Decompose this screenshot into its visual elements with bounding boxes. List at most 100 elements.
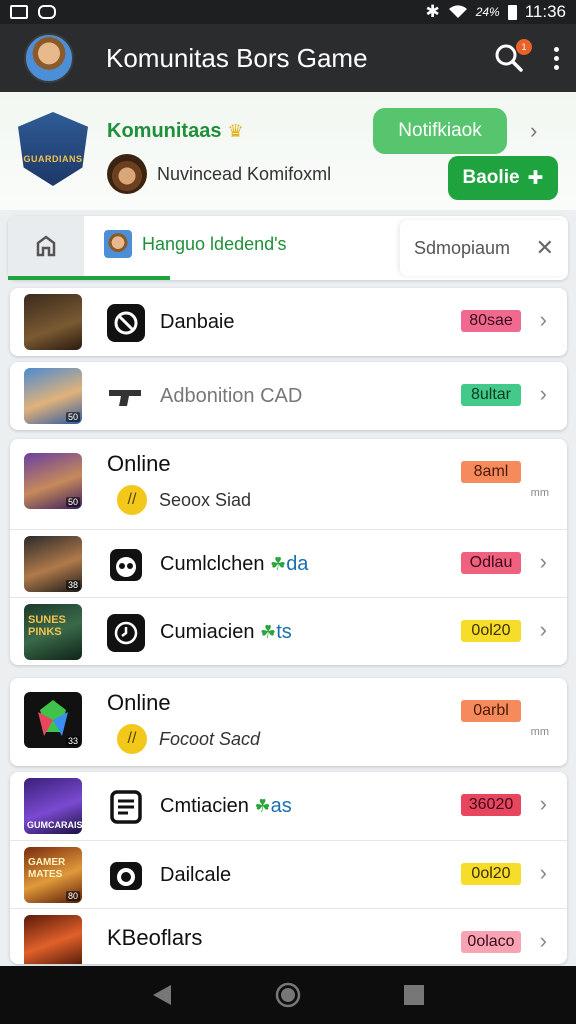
chevron-right-icon[interactable]: › <box>540 791 547 817</box>
back-icon[interactable] <box>151 983 173 1007</box>
game-thumbnail: 33 <box>24 692 82 748</box>
search-button[interactable]: 1 <box>494 39 532 73</box>
item-tag: da <box>286 553 309 575</box>
meta-text: mm <box>530 726 549 738</box>
status-badge: Odlau <box>461 552 521 574</box>
message-notification-icon <box>38 5 56 19</box>
chevron-right-icon[interactable]: › <box>540 381 547 407</box>
navigation-bar <box>0 966 576 1024</box>
chevron-right-icon[interactable]: › <box>530 118 537 144</box>
status-badge: 0ol20 <box>461 620 521 642</box>
community-header: GUARDIANS Komunitaas ♛ Nuvincead Komifoxm… <box>0 92 576 210</box>
panda-icon <box>107 546 145 584</box>
battery-percent: 24% <box>475 5 500 19</box>
app-bar: Komunitas Bors Game 1 <box>0 24 576 92</box>
bluetooth-icon: ✱ <box>425 2 440 21</box>
level-badge: 50 <box>65 497 80 507</box>
home-button-icon[interactable] <box>275 982 301 1008</box>
community-name: Komunitaas ♛ <box>107 120 244 143</box>
status-right: ✱ 24% 11:36 <box>425 2 566 22</box>
owner-avatar <box>107 154 147 194</box>
plus-icon: ✚ <box>527 167 544 189</box>
more-options-icon[interactable] <box>554 46 560 70</box>
game-thumbnail: 50 <box>24 453 82 509</box>
join-button-label: Baolie <box>462 167 520 188</box>
close-icon[interactable]: ✕ <box>536 235 554 261</box>
tab-strip: Hanguo ldedend's Sdmopiaum ✕ <box>8 216 568 280</box>
tab-avatar <box>104 230 132 258</box>
item-label: Cmtiacien ☘as <box>160 795 292 818</box>
chevron-right-icon[interactable]: › <box>540 549 547 575</box>
online-subtitle: // Focoot Sacd <box>117 724 260 754</box>
online-card[interactable]: 33 Online // Focoot Sacd 0arbl mm <box>10 678 567 766</box>
search-chip[interactable]: Sdmopiaum ✕ <box>400 220 568 276</box>
online-subtitle-text: Focoot Sacd <box>159 728 261 749</box>
item-tag: as <box>270 795 292 817</box>
online-header-row[interactable]: 50 Online // Seoox Siad 8aml mm <box>10 439 567 529</box>
thumb-text: GUMCARAIS <box>27 820 83 830</box>
game-thumbnail: 38 <box>24 536 82 592</box>
leaf-icon: ☘ <box>254 796 271 816</box>
gallery-notification-icon <box>10 5 28 19</box>
game-thumbnail: GUMCARAIS <box>24 778 83 834</box>
active-tab-indicator <box>8 276 170 280</box>
meta-text: mm <box>530 487 549 499</box>
app-title: Komunitas Bors Game <box>106 42 368 73</box>
app-avatar[interactable] <box>24 33 74 83</box>
status-bar: ✱ 24% 11:36 <box>0 0 576 24</box>
item-label: Cumlclchen ☘da <box>160 553 308 576</box>
recents-icon[interactable] <box>403 984 425 1006</box>
item-label-text: Cumiacien <box>160 621 255 643</box>
chevron-right-icon[interactable]: › <box>540 928 547 954</box>
search-chip-label: Sdmopiaum <box>414 237 511 258</box>
chevron-right-icon[interactable]: › <box>540 860 547 886</box>
item-label: Adbonition CAD <box>160 385 303 407</box>
list-item[interactable]: GAMER MATES 80 Dailcale 0ol20 › <box>10 840 567 908</box>
level-badge: 80 <box>65 891 80 901</box>
list-item[interactable]: GUMCARAIS Cmtiacien ☘as 36020 › <box>10 772 567 840</box>
item-label-text: Cmtiacien <box>160 795 249 817</box>
game-card: GUMCARAIS Cmtiacien ☘as 36020 › GAMER MA… <box>10 772 567 964</box>
level-badge: 38 <box>65 580 80 590</box>
game-card[interactable]: 50 Adbonition CAD 8ultar › <box>10 362 567 430</box>
battery-icon <box>507 4 517 20</box>
game-thumbnail: GAMER MATES 80 <box>24 847 82 903</box>
tab-home[interactable] <box>8 216 84 276</box>
community-crest <box>18 112 88 186</box>
chevron-right-icon[interactable]: › <box>540 617 547 643</box>
item-label: Dailcale <box>160 864 232 886</box>
owner-name: Nuvincead Komifoxml <box>157 163 332 184</box>
list-item[interactable]: 50 Adbonition CAD 8ultar › <box>10 362 567 430</box>
crown-icon: ♛ <box>227 121 244 141</box>
home-icon <box>36 235 56 257</box>
clock: 11:36 <box>524 2 566 21</box>
status-badge: 8aml <box>461 461 521 483</box>
item-label: Cumiacien ☘ts <box>160 621 292 644</box>
list-item[interactable]: Danbaie 80sae › <box>10 288 567 356</box>
game-thumbnail: SUNES PINKS <box>24 604 82 660</box>
chevron-right-icon[interactable]: › <box>540 307 547 333</box>
coin-icon: // <box>117 485 147 515</box>
list-item[interactable]: KBeoflars 0olaco › <box>10 908 567 964</box>
list-item[interactable]: 38 Cumlclchen ☘da Odlau › <box>10 529 567 597</box>
thumb-text: SUNES PINKS <box>28 614 66 638</box>
owner-row[interactable]: Nuvincead Komifoxml <box>107 154 331 194</box>
wifi-icon <box>448 5 467 19</box>
thumb-text: GAMER MATES <box>28 857 66 880</box>
gun-icon <box>107 378 145 416</box>
notification-badge: 1 <box>516 39 532 55</box>
list-item[interactable]: SUNES PINKS Cumiacien ☘ts 0ol20 › <box>10 597 567 665</box>
online-header-row[interactable]: 33 Online // Focoot Sacd 0arbl mm <box>10 678 567 766</box>
online-group-card: 50 Online // Seoox Siad 8aml mm 38 Cumlc… <box>10 439 567 665</box>
notifications-button[interactable]: Notifkiaok <box>373 108 507 154</box>
level-badge: 50 <box>65 412 80 422</box>
status-badge: 0ol20 <box>461 863 521 885</box>
document-icon <box>107 788 145 826</box>
game-card[interactable]: Danbaie 80sae › <box>10 288 567 356</box>
game-thumbnail <box>24 915 82 964</box>
item-label-text: Cumlclchen <box>160 553 265 575</box>
game-thumbnail: 50 <box>24 368 82 424</box>
tab-community[interactable]: Hanguo ldedend's <box>104 230 287 258</box>
join-button[interactable]: Baolie ✚ <box>448 156 558 200</box>
item-label: Danbaie <box>160 311 235 333</box>
